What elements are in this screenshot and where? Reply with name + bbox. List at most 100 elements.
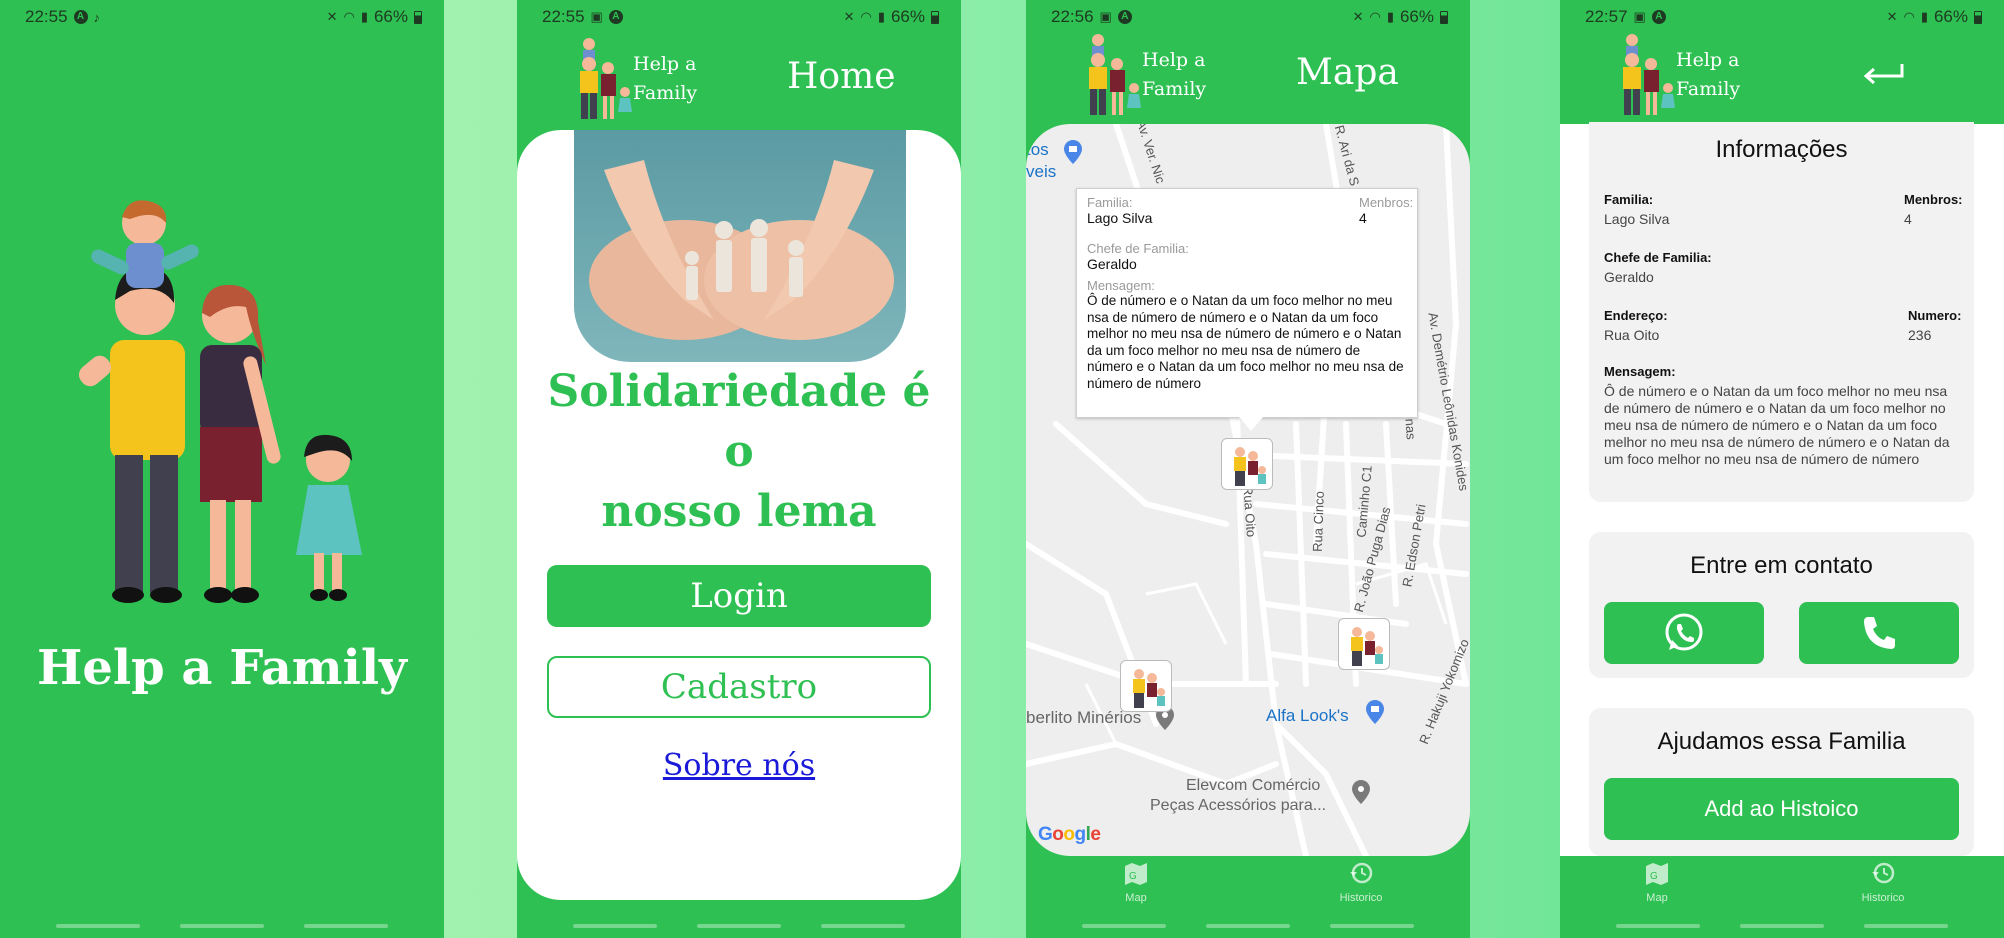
phone-icon bbox=[1864, 617, 1895, 649]
register-button[interactable]: Cadastro bbox=[547, 656, 931, 718]
battery-icon bbox=[1974, 10, 1982, 24]
chefe-label: Chefe de Familia: bbox=[1087, 241, 1189, 256]
nav-history[interactable]: Historico bbox=[1838, 860, 1928, 904]
mensagem-value: Ô de número e o Natan da um foco melhor … bbox=[1087, 293, 1404, 391]
image-icon: ▣ bbox=[1633, 9, 1646, 24]
shopping-pin-icon[interactable] bbox=[1064, 140, 1082, 164]
endereco-label: Endereço: bbox=[1604, 308, 1668, 323]
status-bar: 22:56 ▣ A ✕ ◠ ▮ 66% bbox=[1026, 0, 1470, 34]
battery-percent: 66% bbox=[890, 7, 925, 26]
whatsapp-button[interactable] bbox=[1604, 602, 1764, 664]
page-title: Home bbox=[787, 56, 896, 97]
app-notification-icon: A bbox=[608, 10, 623, 24]
nav-map[interactable]: G Map bbox=[1091, 860, 1181, 904]
google-logo: Google bbox=[1038, 824, 1101, 845]
battery-percent: 66% bbox=[1933, 7, 1968, 26]
chefe-value: Geraldo bbox=[1087, 256, 1137, 272]
app-header: Help a Family bbox=[1560, 30, 2004, 122]
battery-icon bbox=[931, 10, 939, 24]
app-logo: Help a Family bbox=[1084, 32, 1234, 118]
signal-icon: ▮ bbox=[360, 9, 368, 24]
clock: 22:56 bbox=[1051, 7, 1094, 26]
details-content: Informações Familia: Lago Silva Menbros:… bbox=[1560, 122, 2004, 856]
place-label: Elevcom Comércio bbox=[1186, 777, 1321, 794]
bottom-nav: G Map Historico bbox=[1560, 860, 2004, 920]
mute-icon: ✕ bbox=[326, 9, 338, 24]
numero-value: 236 bbox=[1908, 327, 1932, 343]
signal-icon: ▮ bbox=[1386, 9, 1394, 24]
mensagem-label: Mensagem: bbox=[1604, 364, 1676, 379]
clock: 22:57 bbox=[1585, 7, 1628, 26]
home-card: Solidariedade é o nosso lema Login Cadast… bbox=[517, 130, 961, 900]
details-screen: 22:57 ▣ A ✕ ◠ ▮ 66% Help a Family Informações … bbox=[1560, 0, 2004, 938]
family-illustration bbox=[78, 200, 362, 603]
login-button[interactable]: Login bbox=[547, 565, 931, 627]
tiktok-icon: ♪ bbox=[93, 9, 101, 25]
helped-card: Ajudamos essa Familia Add ao Histoico bbox=[1589, 708, 1974, 856]
mensagem-label: Mensagem: bbox=[1087, 278, 1155, 293]
contact-card: Entre em contato bbox=[1589, 532, 1974, 678]
wifi-icon: ◠ bbox=[860, 9, 872, 24]
phone-call-button[interactable] bbox=[1799, 602, 1959, 664]
add-history-button[interactable]: Add ao Histoico bbox=[1604, 778, 1959, 840]
back-arrow-icon[interactable] bbox=[1862, 62, 1906, 86]
status-bar: 22:55 A ♪ ✕ ◠ ▮ 66% bbox=[0, 0, 444, 34]
nav-history[interactable]: Historico bbox=[1316, 860, 1406, 904]
mute-icon: ✕ bbox=[1352, 9, 1364, 24]
battery-percent: 66% bbox=[373, 7, 408, 26]
svg-text:G: G bbox=[1129, 871, 1137, 882]
nav-map[interactable]: G Map bbox=[1612, 860, 1702, 904]
membros-value: 4 bbox=[1904, 211, 1912, 227]
chefe-value: Geraldo bbox=[1604, 269, 1654, 285]
map-view[interactable]: Av. Ver. Nic R. Ari da S Rua Oito Rua Ci… bbox=[1026, 124, 1470, 856]
slogan: Solidariedade é o nosso lema bbox=[547, 366, 931, 537]
familia-value: Lago Silva bbox=[1604, 211, 1670, 227]
family-marker[interactable] bbox=[1338, 618, 1390, 670]
app-header: Help a Family Mapa bbox=[1026, 30, 1470, 122]
street-label: Rua Cinco bbox=[1309, 490, 1327, 553]
status-bar: 22:55 ▣ A ✕ ◠ ▮ 66% bbox=[517, 0, 961, 34]
familia-label: Familia: bbox=[1604, 192, 1654, 207]
helped-title: Ajudamos essa Familia bbox=[1657, 728, 1906, 755]
about-link[interactable]: Sobre nós bbox=[517, 748, 961, 783]
membros-value: 4 bbox=[1359, 210, 1367, 226]
app-notification-icon: A bbox=[1117, 10, 1132, 24]
image-icon: ▣ bbox=[1099, 9, 1112, 24]
hands-family-image bbox=[574, 130, 906, 362]
clock: 22:55 bbox=[25, 7, 68, 26]
signal-icon: ▮ bbox=[1920, 9, 1928, 24]
place-label: Peças Acessórios para... bbox=[1150, 797, 1327, 814]
familia-label: Familia: bbox=[1087, 195, 1133, 210]
family-marker[interactable] bbox=[1120, 660, 1172, 712]
family-marker[interactable] bbox=[1221, 438, 1273, 490]
app-notification-icon: A bbox=[1651, 10, 1666, 24]
map-screen: 22:56 ▣ A ✕ ◠ ▮ 66% Help a Family Mapa A… bbox=[1026, 0, 1470, 938]
membros-label: Menbros: bbox=[1359, 195, 1414, 210]
place-pin-icon[interactable] bbox=[1352, 780, 1370, 804]
app-logo: Help a Family bbox=[1618, 32, 1768, 118]
info-title: Informações bbox=[1715, 136, 1848, 163]
history-icon bbox=[1872, 862, 1895, 884]
splash-title: Help a Family bbox=[37, 640, 407, 696]
wifi-icon: ◠ bbox=[1903, 9, 1915, 24]
page-title: Mapa bbox=[1296, 52, 1399, 93]
logo-text: Help a Family bbox=[1676, 49, 1741, 100]
place-label: tos bbox=[1026, 140, 1049, 159]
app-notification-icon: A bbox=[73, 10, 88, 24]
status-bar: 22:57 ▣ A ✕ ◠ ▮ 66% bbox=[1560, 0, 2004, 34]
splash-screen: 22:55 A ♪ ✕ ◠ ▮ 66% Help a Family bbox=[0, 0, 444, 938]
mute-icon: ✕ bbox=[1886, 9, 1898, 24]
signal-icon: ▮ bbox=[877, 9, 885, 24]
place-label: veis bbox=[1026, 162, 1057, 181]
whatsapp-icon bbox=[1665, 613, 1703, 651]
image-icon: ▣ bbox=[590, 9, 603, 24]
family-info-popup[interactable]: Familia: Lago Silva Menbros: 4 Chefe de … bbox=[1076, 188, 1418, 431]
system-nav-bar bbox=[0, 924, 444, 930]
family-logo-icon bbox=[580, 38, 632, 119]
app-logo: Help a Family bbox=[575, 36, 725, 122]
logo-text: Help a Family bbox=[633, 53, 698, 104]
history-icon bbox=[1350, 862, 1373, 884]
bottom-nav: G Map Historico bbox=[1026, 860, 1470, 920]
shopping-pin-icon[interactable] bbox=[1366, 700, 1384, 724]
info-card: Informações Familia: Lago Silva Menbros:… bbox=[1589, 122, 1974, 502]
